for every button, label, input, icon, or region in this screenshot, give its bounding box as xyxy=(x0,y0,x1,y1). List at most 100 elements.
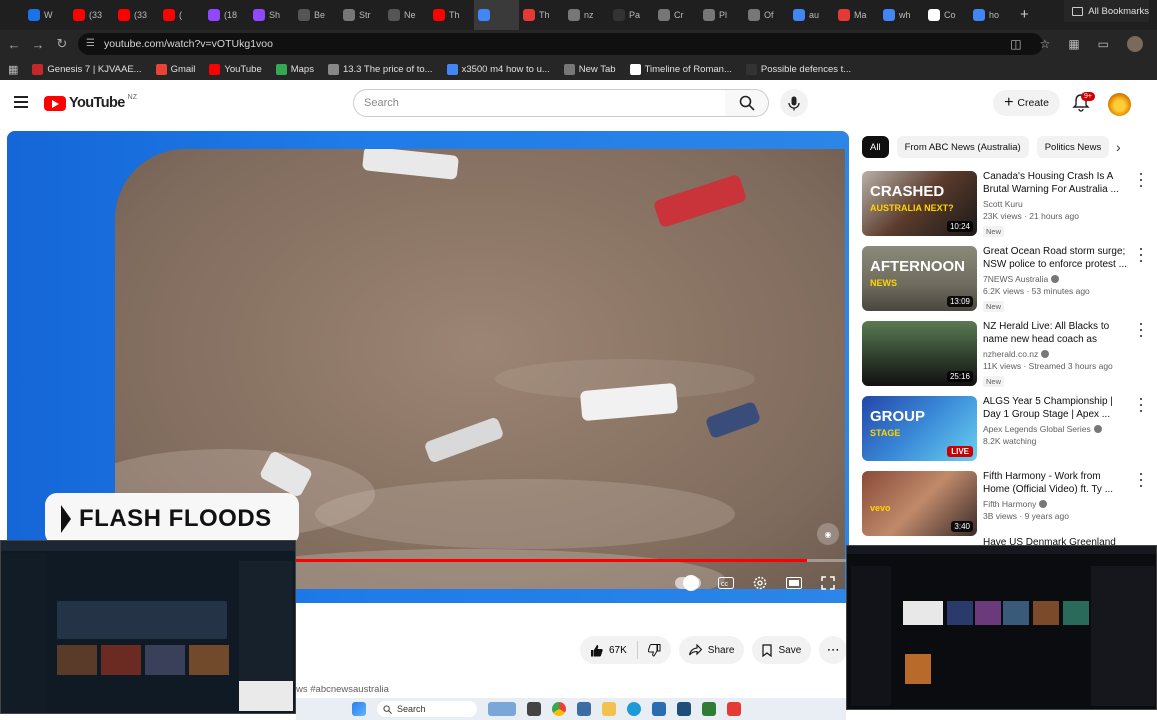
related-video-item[interactable]: vevo 3:40 Fifth Harmony - Work from Home (… xyxy=(862,471,1147,546)
share-button[interactable]: Share xyxy=(678,636,745,664)
bookmark-item[interactable]: Genesis 7 | KJVAAE... xyxy=(32,63,142,75)
channel-name[interactable]: Scott Kuru xyxy=(983,199,1023,209)
site-info-icon[interactable]: ☰ xyxy=(86,38,98,50)
browser-tab[interactable] xyxy=(474,0,519,30)
browser-tab[interactable]: Pa xyxy=(609,0,654,30)
bookmark-item[interactable]: YouTube xyxy=(209,63,262,75)
save-button[interactable]: Save xyxy=(752,636,812,664)
more-vert-icon[interactable] xyxy=(1137,398,1145,412)
edge-icon[interactable] xyxy=(627,702,641,716)
theater-mode-icon[interactable] xyxy=(785,574,803,592)
search-input[interactable]: Search xyxy=(353,89,726,117)
more-vert-icon[interactable] xyxy=(1137,323,1145,337)
youtube-logo[interactable]: YouTube NZ xyxy=(44,94,137,111)
new-tab-icon[interactable]: + xyxy=(1020,6,1029,23)
browser-tab[interactable]: au xyxy=(789,0,834,30)
browser-tab[interactable]: Cr xyxy=(654,0,699,30)
chevron-right-icon[interactable]: › xyxy=(1116,139,1121,155)
video-hashtags[interactable]: ws #abcnewsaustralia xyxy=(296,684,389,695)
more-vert-icon[interactable] xyxy=(1137,248,1145,262)
user-avatar[interactable] xyxy=(1108,93,1131,116)
dislike-button[interactable] xyxy=(638,643,671,657)
browser-tab[interactable]: Sh xyxy=(249,0,294,30)
related-video-title[interactable]: ALGS Year 5 Championship | Day 1 Group S… xyxy=(983,396,1127,421)
video-thumbnail[interactable]: 25:16 xyxy=(862,321,977,386)
browser-tab[interactable]: wh xyxy=(879,0,924,30)
video-thumbnail[interactable]: GROUP STAGE LIVE xyxy=(862,396,977,461)
related-video-item[interactable]: GROUP STAGE LIVE ALGS Year 5 Championship |… xyxy=(862,396,1147,471)
browser-tab[interactable]: Be xyxy=(294,0,339,30)
all-bookmarks-button[interactable]: All Bookmarks xyxy=(1064,0,1149,22)
install-app-icon[interactable]: ◫ xyxy=(1010,37,1021,51)
browser-tab[interactable]: ho xyxy=(969,0,1014,30)
app-icon-2[interactable] xyxy=(677,702,691,716)
app-icon-3[interactable] xyxy=(702,702,716,716)
related-video-title[interactable]: Fifth Harmony - Work from Home (Official… xyxy=(983,471,1127,496)
forward-icon[interactable]: → xyxy=(26,37,50,52)
bookmark-item[interactable]: 13.3 The price of to... xyxy=(327,63,433,75)
windows-start-icon[interactable] xyxy=(352,702,366,716)
related-video-item[interactable]: CRASHED AUSTRALIA NEXT? 10:24 Canada's Hous… xyxy=(862,171,1147,246)
create-button[interactable]: + Create xyxy=(993,90,1060,116)
apps-grid-icon[interactable]: ▦ xyxy=(8,63,18,76)
subtitles-icon[interactable]: cc xyxy=(717,574,735,592)
browser-tab[interactable]: (33 xyxy=(114,0,159,30)
settings-gear-icon[interactable] xyxy=(751,574,769,592)
channel-name[interactable]: Apex Legends Global Series xyxy=(983,424,1091,434)
related-video-item[interactable]: AFTERNOON NEWS 13:09 Great Ocean Road storm… xyxy=(862,246,1147,321)
browser-tab[interactable]: (18 xyxy=(204,0,249,30)
store-icon[interactable] xyxy=(652,702,666,716)
browser-tab[interactable]: W xyxy=(24,0,69,30)
video-thumbnail[interactable]: vevo 3:40 xyxy=(862,471,977,536)
app-icon-4[interactable] xyxy=(727,702,741,716)
channel-name[interactable]: Fifth Harmony xyxy=(983,499,1036,509)
search-button[interactable] xyxy=(725,89,769,117)
browser-tab[interactable]: nz xyxy=(564,0,609,30)
browser-tab[interactable]: Of xyxy=(744,0,789,30)
more-vert-icon[interactable] xyxy=(1137,173,1145,187)
bookmark-item[interactable]: Maps xyxy=(275,63,314,75)
related-video-title[interactable]: NZ Herald Live: All Blacks to name new h… xyxy=(983,321,1127,346)
back-icon[interactable]: ← xyxy=(2,37,26,52)
filter-chip[interactable]: From ABC News (Australia) xyxy=(896,136,1029,158)
channel-name[interactable]: 7NEWS Australia xyxy=(983,274,1048,284)
bookmark-item[interactable]: Possible defences t... xyxy=(745,63,851,75)
address-bar[interactable]: ☰ youtube.com/watch?v=vOTUkg1voo xyxy=(78,33,1043,55)
task-view-icon[interactable] xyxy=(527,702,541,716)
bookmark-item[interactable]: Timeline of Roman... xyxy=(629,63,732,75)
video-thumbnail[interactable]: AFTERNOON NEWS 13:09 xyxy=(862,246,977,311)
browser-tab[interactable]: Th xyxy=(519,0,564,30)
browser-tab[interactable]: Pl xyxy=(699,0,744,30)
fullscreen-icon[interactable] xyxy=(819,574,837,592)
sidebar-icon[interactable]: ▭ xyxy=(1098,37,1109,51)
video-thumbnail[interactable]: CRASHED AUSTRALIA NEXT? 10:24 xyxy=(862,171,977,236)
file-explorer-icon[interactable] xyxy=(602,702,616,716)
menu-icon[interactable] xyxy=(14,96,28,108)
reload-icon[interactable]: ↻ xyxy=(50,36,74,52)
more-vert-icon[interactable] xyxy=(1137,473,1145,487)
profile-avatar[interactable] xyxy=(1127,36,1143,52)
bookmark-star-icon[interactable]: ☆ xyxy=(1040,37,1051,51)
related-video-item[interactable]: 25:16 NZ Herald Live: All Blacks to name … xyxy=(862,321,1147,396)
related-video-title[interactable]: Great Ocean Road storm surge; NSW police… xyxy=(983,246,1127,271)
widgets-icon[interactable] xyxy=(488,702,516,716)
browser-tab[interactable]: Str xyxy=(339,0,384,30)
bookmark-item[interactable]: New Tab xyxy=(563,63,616,75)
filter-chip[interactable]: All xyxy=(862,136,889,158)
voice-search-button[interactable] xyxy=(780,89,808,117)
browser-tab[interactable]: Ma xyxy=(834,0,879,30)
video-player[interactable]: FLASH FLOODS ◉ cc xyxy=(7,131,849,603)
bookmark-item[interactable]: x3500 m4 how to u... xyxy=(446,63,550,75)
channel-name[interactable]: nzherald.co.nz xyxy=(983,349,1038,359)
browser-tab[interactable]: Co xyxy=(924,0,969,30)
extensions-icon[interactable]: ▦ xyxy=(1068,37,1079,51)
browser-tab[interactable]: Th xyxy=(429,0,474,30)
taskbar-search[interactable]: Search xyxy=(377,701,477,717)
browser-tab[interactable]: Ne xyxy=(384,0,429,30)
related-video-title[interactable]: Canada's Housing Crash Is A Brutal Warni… xyxy=(983,171,1127,196)
more-actions-icon[interactable]: ⋯ xyxy=(819,636,848,664)
autoplay-toggle[interactable] xyxy=(675,575,701,591)
browser-tab[interactable]: ( xyxy=(159,0,204,30)
filter-chip[interactable]: Politics News xyxy=(1036,136,1110,158)
app-icon[interactable] xyxy=(577,702,591,716)
